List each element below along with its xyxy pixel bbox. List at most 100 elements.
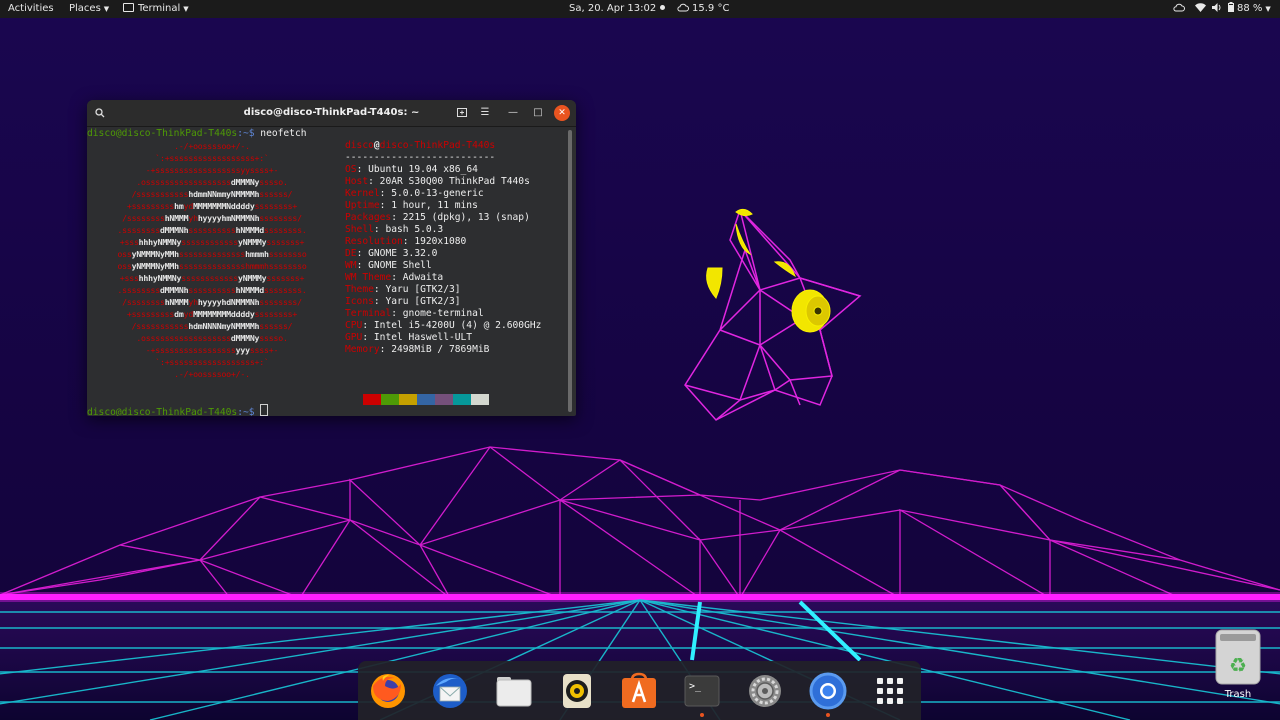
wifi-icon (1195, 3, 1206, 12)
logo-segment: /ssssssss (122, 297, 165, 307)
logo-segment: ssssss/ (259, 189, 293, 199)
logo-segment: hyyyyhdNMMMNh (197, 297, 260, 307)
info-key: CPU (345, 320, 363, 331)
new-tab-icon[interactable] (454, 105, 470, 121)
logo-segment: hm (174, 201, 184, 211)
logo-segment: .ossssssssssssssssss (136, 333, 231, 343)
palette-swatch (399, 394, 417, 405)
logo-segment: +sssssssss (126, 201, 175, 211)
dock-firefox[interactable] (369, 672, 407, 710)
info-key: Terminal (345, 308, 392, 319)
logo-segment: hNMMMd (235, 225, 265, 235)
logo-segment: dMMMNy (230, 177, 260, 187)
logo-segment: ssssss/ (259, 321, 293, 331)
logo-segment: -+sssssssssssssssss (145, 345, 236, 355)
logo-segment: yNMMMNyMMh (131, 261, 179, 271)
thunderbird-icon (433, 674, 467, 708)
logo-segment: yh (188, 297, 198, 307)
logo-segment: yNMMMy (238, 237, 267, 247)
chromium-icon (809, 672, 847, 710)
dock-show-applications[interactable] (871, 672, 909, 710)
info-row: Icons: Yaru [GTK2/3] (345, 296, 461, 308)
info-key: Theme (345, 284, 374, 295)
info-value: Intel Haswell-ULT (373, 332, 473, 343)
logo-line: /sssssssshNMMMyhhyyyyhmNMMMNhssssssss/ (87, 212, 337, 224)
info-header: disco@disco-ThinkPad-T440s (345, 140, 495, 152)
terminal-output[interactable]: disco@disco-ThinkPad-T440s:~$ neofetch .… (87, 126, 567, 416)
dock-chromium[interactable] (809, 672, 847, 717)
logo-segment: ssssssssssssss (178, 249, 246, 259)
weather-indicator[interactable]: 15.9 °C (677, 0, 729, 18)
logo-segment: .ssssssss (117, 285, 160, 295)
info-key: DE (345, 248, 357, 259)
info-row: Resolution: 1920x1080 (345, 236, 466, 248)
logo-line: .-/+oossssoo+/-. (87, 368, 337, 380)
top-bar: Activities Places ▼ Terminal ▼ Sa, 20. Apr… (0, 0, 1280, 18)
logo-segment: yNMMMy (238, 273, 267, 283)
firefox-icon (371, 674, 405, 708)
info-value: gnome-terminal (402, 308, 484, 319)
dock-thunderbird[interactable] (431, 672, 469, 710)
logo-segment: hdmNNNNmyNMMMMh (188, 321, 260, 331)
dock-rhythmbox[interactable] (558, 672, 596, 710)
info-row: CPU: Intel i5-4200U (4) @ 2.600GHz (345, 320, 541, 332)
logo-line: .ossssssssssssssssssdMMMNysssso. (87, 176, 337, 188)
info-colon: : (379, 344, 392, 355)
logo-segment: sssssssssssssshmmmhssssssso (178, 261, 307, 271)
logo-segment: ssssssss/ (259, 297, 302, 307)
info-key: Memory (345, 344, 380, 355)
close-icon[interactable]: ✕ (554, 105, 570, 121)
logo-segment: ssssssss+ (254, 201, 298, 211)
info-key: Packages (345, 212, 392, 223)
logo-segment: /ssssssss (122, 213, 165, 223)
info-colon: : (356, 260, 369, 271)
info-key: Resolution (345, 236, 403, 247)
places-label: Places (69, 3, 101, 14)
app-menu[interactable]: Terminal ▼ (123, 0, 189, 18)
info-row: GPU: Intel Haswell-ULT (345, 332, 472, 344)
info-colon: : (356, 248, 369, 259)
places-menu[interactable]: Places ▼ (69, 0, 109, 18)
logo-segment: sssssss+ (266, 273, 305, 283)
logo-segment: sssssss+ (266, 237, 305, 247)
chevron-down-icon: ▼ (183, 5, 189, 13)
info-key: GPU (345, 332, 363, 343)
logo-segment: ssssssss. (264, 285, 307, 295)
system-menu[interactable]: 88 % ▼ (1173, 0, 1271, 18)
logo-segment: yyy (235, 345, 250, 355)
logo-segment: dm (174, 309, 184, 319)
info-value: 1920x1080 (414, 236, 467, 247)
scrollbar[interactable] (568, 130, 572, 412)
logo-segment: yd (183, 309, 194, 319)
info-key: Kernel (345, 188, 380, 199)
running-indicator (826, 713, 830, 717)
window-titlebar[interactable]: disco@disco-ThinkPad-T440s: ~ ☰ — □ ✕ (87, 100, 576, 127)
dock-terminal[interactable]: >_ (683, 672, 721, 717)
info-row: Host: 20AR S30Q00 ThinkPad T440s (345, 176, 530, 188)
logo-segment: hNMMM (164, 213, 189, 223)
hamburger-menu-icon[interactable]: ☰ (477, 105, 493, 121)
dock-settings[interactable] (746, 672, 784, 710)
activities-button[interactable]: Activities (8, 0, 54, 18)
logo-segment: +sss (119, 237, 139, 247)
prompt-user: disco@disco-ThinkPad-T440s (87, 407, 238, 416)
logo-segment: hNMMMd (235, 285, 265, 295)
dock: >_ (358, 661, 921, 720)
maximize-icon[interactable]: □ (530, 105, 546, 121)
dock-ubuntu-software[interactable] (620, 672, 658, 710)
logo-segment: /sssssssssss (131, 189, 189, 199)
logo-segment: ssssssss. (264, 225, 307, 235)
logo-line: .ossssssssssssssssssdMMMNysssso. (87, 332, 337, 344)
chevron-down-icon: ▼ (1265, 5, 1271, 13)
palette-swatch (435, 394, 453, 405)
clock[interactable]: Sa, 20. Apr 13:02 (569, 0, 666, 18)
minimize-icon[interactable]: — (505, 105, 521, 121)
info-row: WM: GNOME Shell (345, 260, 432, 272)
info-colon: : (379, 200, 392, 211)
dock-files[interactable] (495, 672, 533, 710)
logo-segment: .-/+oossssoo+/-. (174, 141, 250, 151)
header-user: disco (345, 140, 374, 151)
prompt-line[interactable]: disco@disco-ThinkPad-T440s:~$ (87, 404, 269, 416)
desktop-trash[interactable]: ♻ Trash (1214, 628, 1262, 708)
terminal-window[interactable]: disco@disco-ThinkPad-T440s: ~ ☰ — □ ✕ di… (87, 100, 576, 416)
